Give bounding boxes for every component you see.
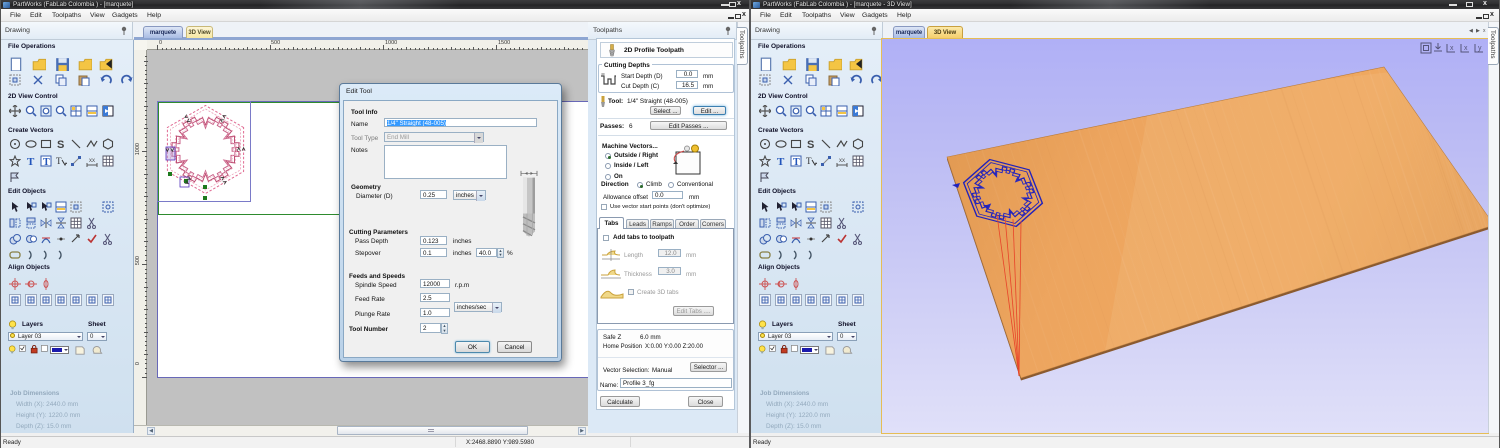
svg-text:y: y [1478,45,1482,52]
svg-text:S: S [807,139,814,150]
svg-text:T: T [27,156,35,167]
svg-text:x: x [1464,45,1468,52]
svg-text:xx: xx [839,158,845,164]
svg-text:S: S [57,139,64,150]
svg-text:T: T [56,156,62,166]
svg-text:T: T [43,157,50,167]
svg-text:xx: xx [89,158,95,164]
svg-text:T: T [806,156,812,166]
svg-text:T: T [777,156,785,167]
svg-text:T: T [793,157,800,167]
svg-text:x: x [1450,45,1454,52]
